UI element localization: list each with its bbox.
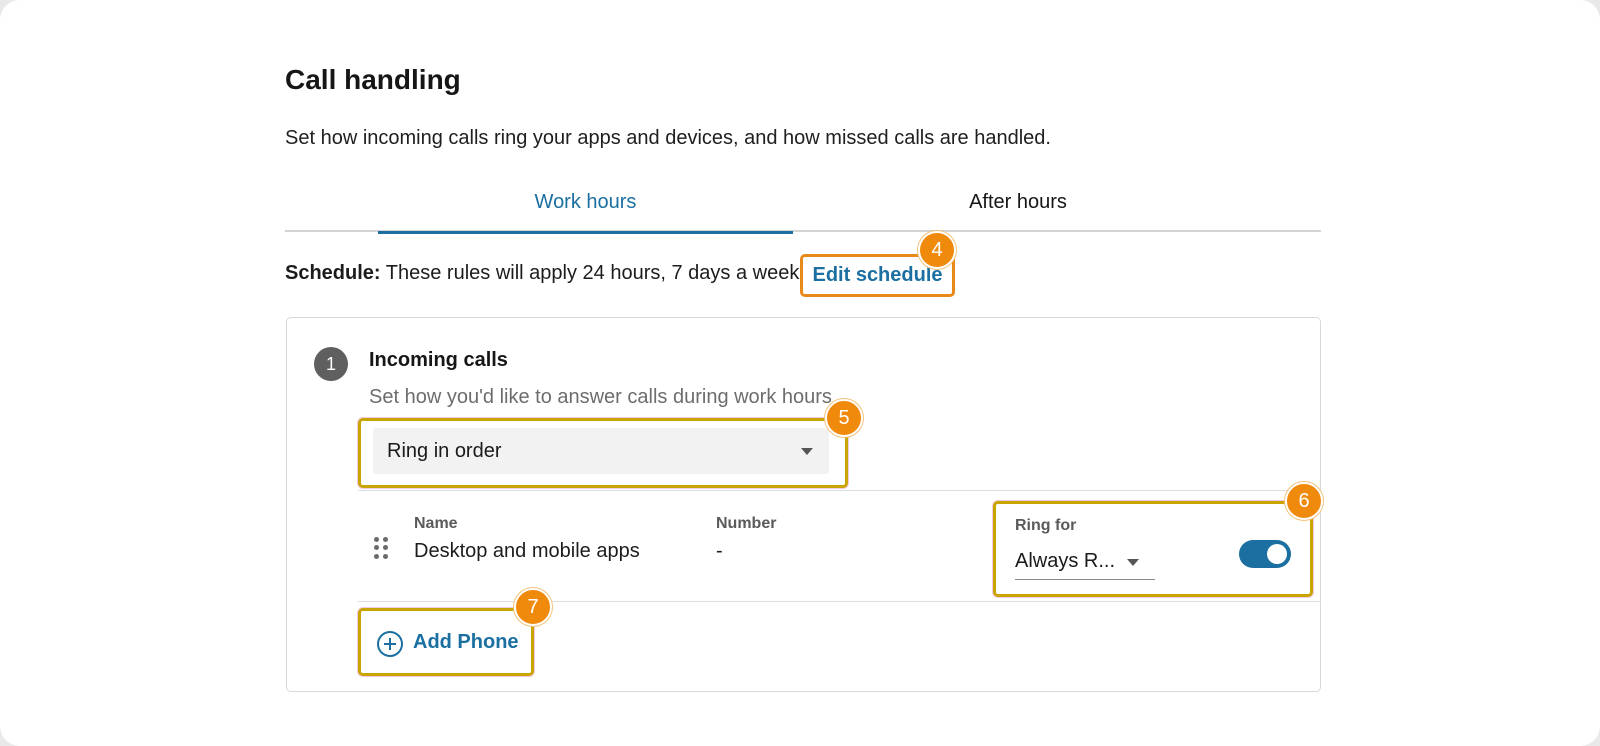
divider <box>358 490 1321 491</box>
incoming-calls-subtitle: Set how you'd like to answer calls durin… <box>369 386 832 408</box>
page-description: Set how incoming calls ring your apps an… <box>285 127 1051 149</box>
callout-badge-4: 4 <box>918 231 956 269</box>
toggle-knob <box>1267 544 1287 564</box>
ring-mode-value: Ring in order <box>387 439 502 462</box>
device-enabled-toggle[interactable] <box>1239 540 1291 568</box>
ring-for-value: Always R... <box>1015 550 1116 572</box>
tab-bar: Work hours After hours <box>285 185 1321 234</box>
caret-down-icon <box>1127 559 1139 566</box>
call-handling-panel: Call handling Set how incoming calls rin… <box>0 0 1600 746</box>
callout-badge-6: 6 <box>1285 482 1323 520</box>
callout-badge-5: 5 <box>825 399 863 437</box>
schedule-summary: Schedule: These rules will apply 24 hour… <box>285 262 805 285</box>
number-column-label: Number <box>716 515 777 532</box>
tab-after-hours[interactable]: After hours <box>793 185 1243 232</box>
schedule-label: Schedule: <box>285 262 381 284</box>
divider <box>358 601 1321 602</box>
plus-circle-icon <box>377 631 403 657</box>
tab-work-hours[interactable]: Work hours <box>378 185 793 234</box>
ring-for-select[interactable]: Always R... <box>1015 548 1155 580</box>
ring-for-label: Ring for <box>1015 517 1077 534</box>
callout-badge-7: 7 <box>514 588 552 626</box>
drag-handle-icon[interactable] <box>374 537 388 559</box>
ring-mode-select[interactable]: Ring in order <box>373 428 829 474</box>
add-phone-label: Add Phone <box>413 631 519 653</box>
incoming-calls-title: Incoming calls <box>369 349 508 371</box>
add-phone-button[interactable]: Add Phone <box>358 608 534 676</box>
page-title: Call handling <box>285 64 461 95</box>
ring-mode-highlight: Ring in order <box>358 418 848 488</box>
device-number: - <box>716 540 723 562</box>
schedule-text: These rules will apply 24 hours, 7 days … <box>380 262 805 284</box>
caret-down-icon <box>801 448 813 455</box>
device-name: Desktop and mobile apps <box>414 540 640 562</box>
step-number: 1 <box>314 347 348 381</box>
name-column-label: Name <box>414 515 458 532</box>
ring-for-highlight: Ring for Always R... <box>993 501 1313 597</box>
